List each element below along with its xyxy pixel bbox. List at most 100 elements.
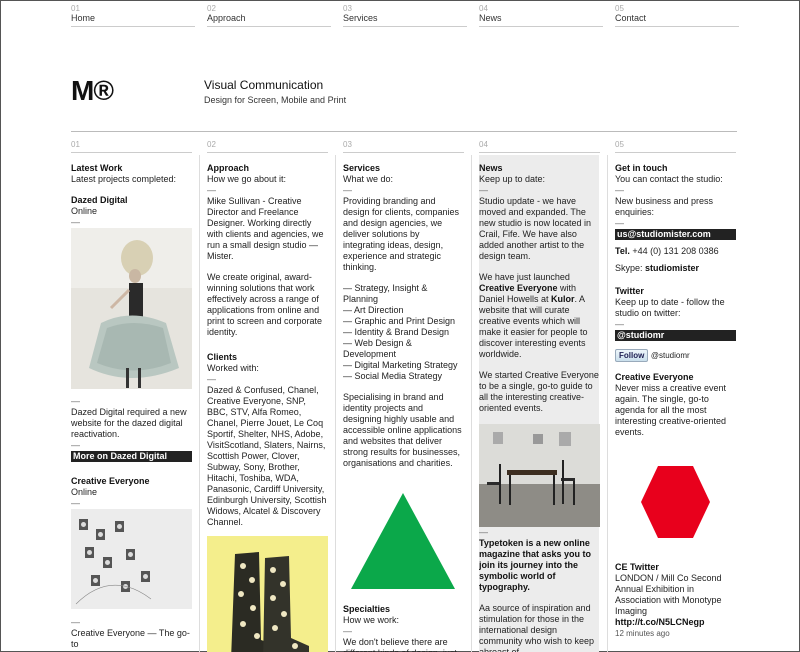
- news-column: 04 News Keep up to date: — Studio update…: [479, 140, 600, 652]
- email-link[interactable]: us@studiomister.com: [615, 229, 736, 240]
- twitter-intro: Keep up to date - follow the studio on t…: [615, 297, 725, 318]
- brand-title: Visual Communication: [204, 78, 324, 92]
- services-paragraph: Specialising in brand and identity proje…: [343, 392, 462, 468]
- specialties-heading: Specialties: [343, 604, 391, 614]
- dash: —: [207, 374, 216, 384]
- tweet-time: 12 minutes ago: [615, 629, 670, 638]
- contact-column: 05 Get in touch You can contact the stud…: [615, 140, 736, 652]
- service-item: — Digital Marketing Strategy: [343, 360, 458, 370]
- nav-link-news[interactable]: News: [479, 13, 603, 27]
- nav-news[interactable]: 04 News: [479, 4, 603, 27]
- project-title[interactable]: Creative Everyone: [71, 476, 192, 487]
- service-item: — Art Direction: [343, 305, 404, 315]
- dash: —: [615, 185, 624, 195]
- nav-services[interactable]: 03 Services: [343, 4, 467, 27]
- nav-contact[interactable]: 05 Contact: [615, 4, 739, 27]
- dash: —: [615, 319, 624, 329]
- logo[interactable]: M®: [71, 77, 114, 105]
- tweet-link[interactable]: http://t.co/N5LCNegp: [615, 617, 705, 627]
- news-paragraph: Aa source of inspiration and stimulation…: [479, 603, 595, 652]
- clients-intro: Worked with:: [207, 363, 259, 373]
- services-column: 03 Services What we do: — Providing bran…: [343, 140, 464, 652]
- twitter-handle-link[interactable]: @studiomr: [615, 330, 736, 341]
- exhibition-photo: [479, 424, 600, 527]
- project-description: Dazed Digital required a new website for…: [71, 407, 187, 439]
- nav-number: 01: [71, 4, 80, 13]
- column-divider: [335, 155, 336, 652]
- project-description: Creative Everyone — The go-to: [71, 628, 190, 649]
- approach-paragraph: Mike Sullivan - Creative Director and Fr…: [207, 196, 324, 261]
- brand-subtitle: Design for Screen, Mobile and Print: [204, 95, 347, 105]
- ce-tweet: LONDON / Mill Co Second Annual Exhibitio…: [615, 573, 722, 627]
- section-heading: Approach: [207, 163, 250, 173]
- section-heading: Latest Work: [71, 163, 123, 173]
- nav-number: 02: [207, 4, 216, 13]
- section-intro: You can contact the studio:: [615, 174, 723, 184]
- dash: —: [71, 396, 80, 406]
- dash: —: [479, 185, 488, 195]
- section-heading: Services: [343, 163, 381, 173]
- ce-twitter-heading: CE Twitter: [615, 562, 659, 572]
- service-item: — Identity & Brand Design: [343, 327, 450, 337]
- news-paragraph: We started Creative Everyone to be a sin…: [479, 370, 599, 413]
- creative-everyone-heading: Creative Everyone: [615, 372, 694, 382]
- nav-home[interactable]: 01 Home: [71, 4, 195, 27]
- service-item: — Social Media Strategy: [343, 371, 443, 381]
- follow-button[interactable]: Follow: [615, 349, 649, 362]
- dash: —: [615, 218, 624, 228]
- services-paragraph: Providing branding and design for client…: [343, 196, 460, 272]
- section-intro: How we go about it:: [207, 174, 287, 184]
- column-number: 03: [343, 140, 464, 153]
- more-dazed-digital-link[interactable]: More on Dazed Digital: [71, 451, 192, 462]
- boots-photo: [207, 536, 328, 652]
- section-intro: Latest projects completed:: [71, 174, 177, 184]
- news-paragraph: We have just launched Creative Everyone …: [479, 272, 588, 359]
- dash: —: [479, 527, 488, 537]
- column-number: 02: [207, 140, 328, 153]
- column-number: 05: [615, 140, 736, 153]
- column-number: 01: [71, 140, 192, 153]
- header-divider: [71, 131, 737, 132]
- column-divider: [607, 155, 608, 652]
- dash: —: [71, 498, 80, 508]
- dash: —: [71, 617, 80, 627]
- telephone: Tel. +44 (0) 131 208 0386: [615, 246, 719, 256]
- creative-everyone-description: Never miss a creative event again. The s…: [615, 383, 727, 437]
- section-intro: What we do:: [343, 174, 394, 184]
- service-item: — Graphic and Print Design: [343, 316, 456, 326]
- clients-list: Dazed & Confused, Chanel, Creative Every…: [207, 385, 327, 527]
- twitter-heading: Twitter: [615, 286, 644, 296]
- section-heading: News: [479, 163, 503, 173]
- section-heading: Get in touch: [615, 163, 668, 173]
- twitter-follow[interactable]: Follow @studiomr: [615, 349, 736, 362]
- nav-link-contact[interactable]: Contact: [615, 13, 739, 27]
- section-intro: Keep up to date:: [479, 174, 546, 184]
- dazed-digital-photo[interactable]: [71, 228, 192, 389]
- service-item: — Web Design & Development: [343, 338, 412, 359]
- news-paragraph: Typetoken is a new online magazine that …: [479, 538, 592, 592]
- project-subtitle: Online: [71, 206, 98, 216]
- nav-link-home[interactable]: Home: [71, 13, 195, 27]
- specialties-intro: How we work:: [343, 615, 400, 625]
- column-divider: [199, 155, 200, 652]
- dash: —: [71, 440, 80, 450]
- project-subtitle: Online: [71, 487, 98, 497]
- nav-approach[interactable]: 02 Approach: [207, 4, 331, 27]
- column-number: 04: [479, 140, 600, 153]
- project-title[interactable]: Dazed Digital: [71, 195, 192, 206]
- dash: —: [343, 626, 352, 636]
- kulor-link[interactable]: Kulor: [551, 294, 575, 304]
- contact-paragraph: New business and press enquiries:: [615, 196, 714, 217]
- nav-number: 05: [615, 4, 624, 13]
- dash: —: [343, 185, 352, 195]
- service-item: — Strategy, Insight & Planning: [343, 283, 428, 304]
- creative-everyone-link[interactable]: Creative Everyone: [479, 283, 558, 293]
- nav-link-approach[interactable]: Approach: [207, 13, 331, 27]
- skype: Skype: studiomister: [615, 263, 700, 273]
- approach-paragraph: We create original, award-winning soluti…: [207, 272, 323, 337]
- nav-number: 04: [479, 4, 488, 13]
- nav-link-services[interactable]: Services: [343, 13, 467, 27]
- specialties-paragraph: We don't believe there are different kin…: [343, 637, 457, 652]
- creative-everyone-photo[interactable]: [71, 509, 192, 609]
- news-paragraph: Studio update - we have moved and expand…: [479, 196, 592, 261]
